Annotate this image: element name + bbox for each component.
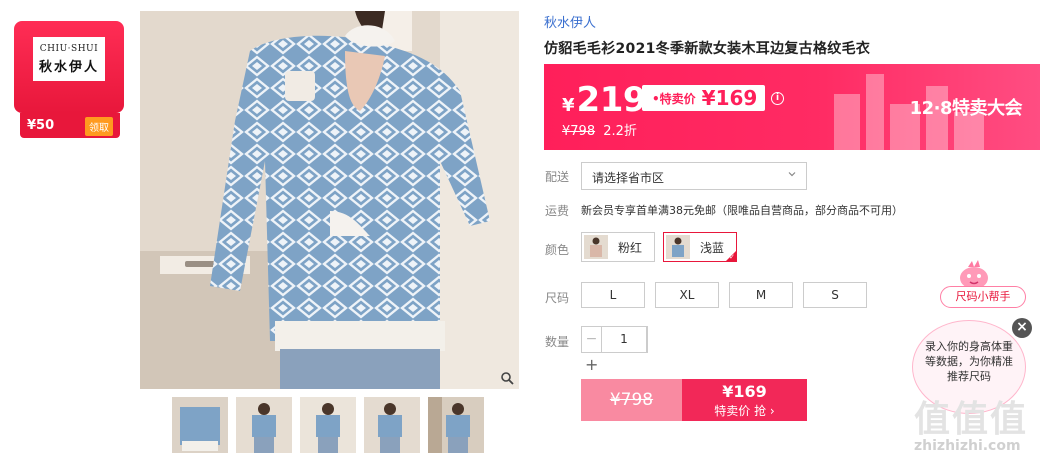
zoom-icon[interactable]	[500, 371, 514, 385]
coupon-amount: ¥50	[27, 118, 55, 133]
watermark: 值值值 zhizhizhi.com	[914, 390, 1054, 454]
shipping-label: 配送	[545, 170, 570, 184]
thumbnail[interactable]	[172, 397, 228, 453]
size-option-xl[interactable]: XL	[655, 282, 719, 308]
buy-special-price: ¥169	[722, 382, 767, 401]
buy-original-price-button[interactable]: ¥798	[581, 379, 682, 421]
watermark-logo: 值值值	[914, 399, 1029, 440]
special-price-value: ¥169	[701, 86, 758, 110]
brand-logo-cn: 秋水伊人	[38, 59, 99, 75]
quantity-increase-button[interactable]: +	[585, 355, 598, 374]
quantity-label: 数量	[545, 335, 570, 349]
brand-logo-en: CHIU·SHUI	[39, 43, 99, 54]
discount-rate: 2.2折	[603, 124, 637, 139]
size-option-l[interactable]: L	[581, 282, 645, 308]
quantity-decrease-button[interactable]: −	[582, 327, 602, 352]
thumbnail[interactable]	[236, 397, 292, 453]
thumbnail-strip	[172, 397, 484, 453]
product-title: 仿貂毛毛衫2021冬季新款女装木耳边复古格纹毛衣	[544, 41, 871, 57]
current-price: ¥ 219	[562, 80, 647, 120]
info-icon[interactable]: i	[771, 92, 784, 105]
freight-label: 运费	[545, 204, 570, 218]
coupon-claim-button[interactable]: 领取	[85, 117, 113, 136]
color-swatch-light-blue	[666, 235, 690, 259]
color-option-pink[interactable]: 粉红	[581, 232, 656, 262]
shipping-region-select[interactable]: 请选择省市区	[581, 162, 807, 190]
buy-special-price-button[interactable]: ¥169 特卖价 抢 ›	[682, 379, 807, 421]
currency-symbol: ¥	[562, 95, 575, 116]
main-product-image[interactable]	[140, 11, 519, 389]
shipping-region-placeholder: 请选择省市区	[592, 171, 665, 185]
chevron-down-icon	[788, 172, 796, 177]
quantity-input[interactable]: 1	[602, 327, 647, 352]
buy-original-price: ¥798	[609, 390, 654, 410]
event-title: 12·8特卖大会	[909, 98, 1023, 119]
freight-text: 新会员专享首单满38元免邮（限唯品自营商品，部分商品不可用）	[581, 204, 903, 217]
check-icon: ✓	[729, 253, 736, 261]
close-icon[interactable]: ×	[1012, 318, 1032, 338]
size-option-m[interactable]: M	[729, 282, 793, 308]
brand-link[interactable]: 秋水伊人	[544, 12, 596, 31]
price-banner: ¥ 219 •特卖价 ¥169 i ¥798 2.2折 12·8特卖大会	[544, 64, 1040, 150]
buy-special-label: 特卖价 抢 ›	[714, 404, 775, 418]
thumbnail[interactable]	[428, 397, 484, 453]
color-option-label: 浅蓝	[700, 240, 725, 255]
brand-coupon[interactable]: ¥50 领取	[20, 113, 120, 138]
size-label: 尺码	[545, 291, 570, 305]
thumbnail[interactable]	[364, 397, 420, 453]
color-option-label: 粉红	[618, 240, 643, 255]
watermark-url: zhizhizhi.com	[914, 438, 1021, 454]
quantity-stepper: − 1	[581, 326, 648, 353]
price-subline: ¥798 2.2折	[562, 120, 637, 139]
color-option-light-blue[interactable]: 浅蓝 ✓	[663, 232, 738, 262]
size-option-s[interactable]: S	[803, 282, 867, 308]
size-helper-button[interactable]: 尺码小帮手	[940, 286, 1026, 308]
special-price-tag: •特卖价 ¥169	[642, 85, 766, 111]
original-price: ¥798	[562, 124, 596, 139]
color-swatch-pink	[584, 235, 608, 259]
color-label: 颜色	[545, 243, 570, 257]
price-value: 219	[576, 80, 647, 120]
special-price-label: •特卖价	[652, 91, 696, 106]
brand-logo[interactable]: CHIU·SHUI 秋水伊人	[33, 37, 105, 81]
product-photo	[140, 11, 519, 389]
brand-badge[interactable]: CHIU·SHUI 秋水伊人 ¥50 领取	[14, 21, 124, 146]
thumbnail[interactable]	[300, 397, 356, 453]
